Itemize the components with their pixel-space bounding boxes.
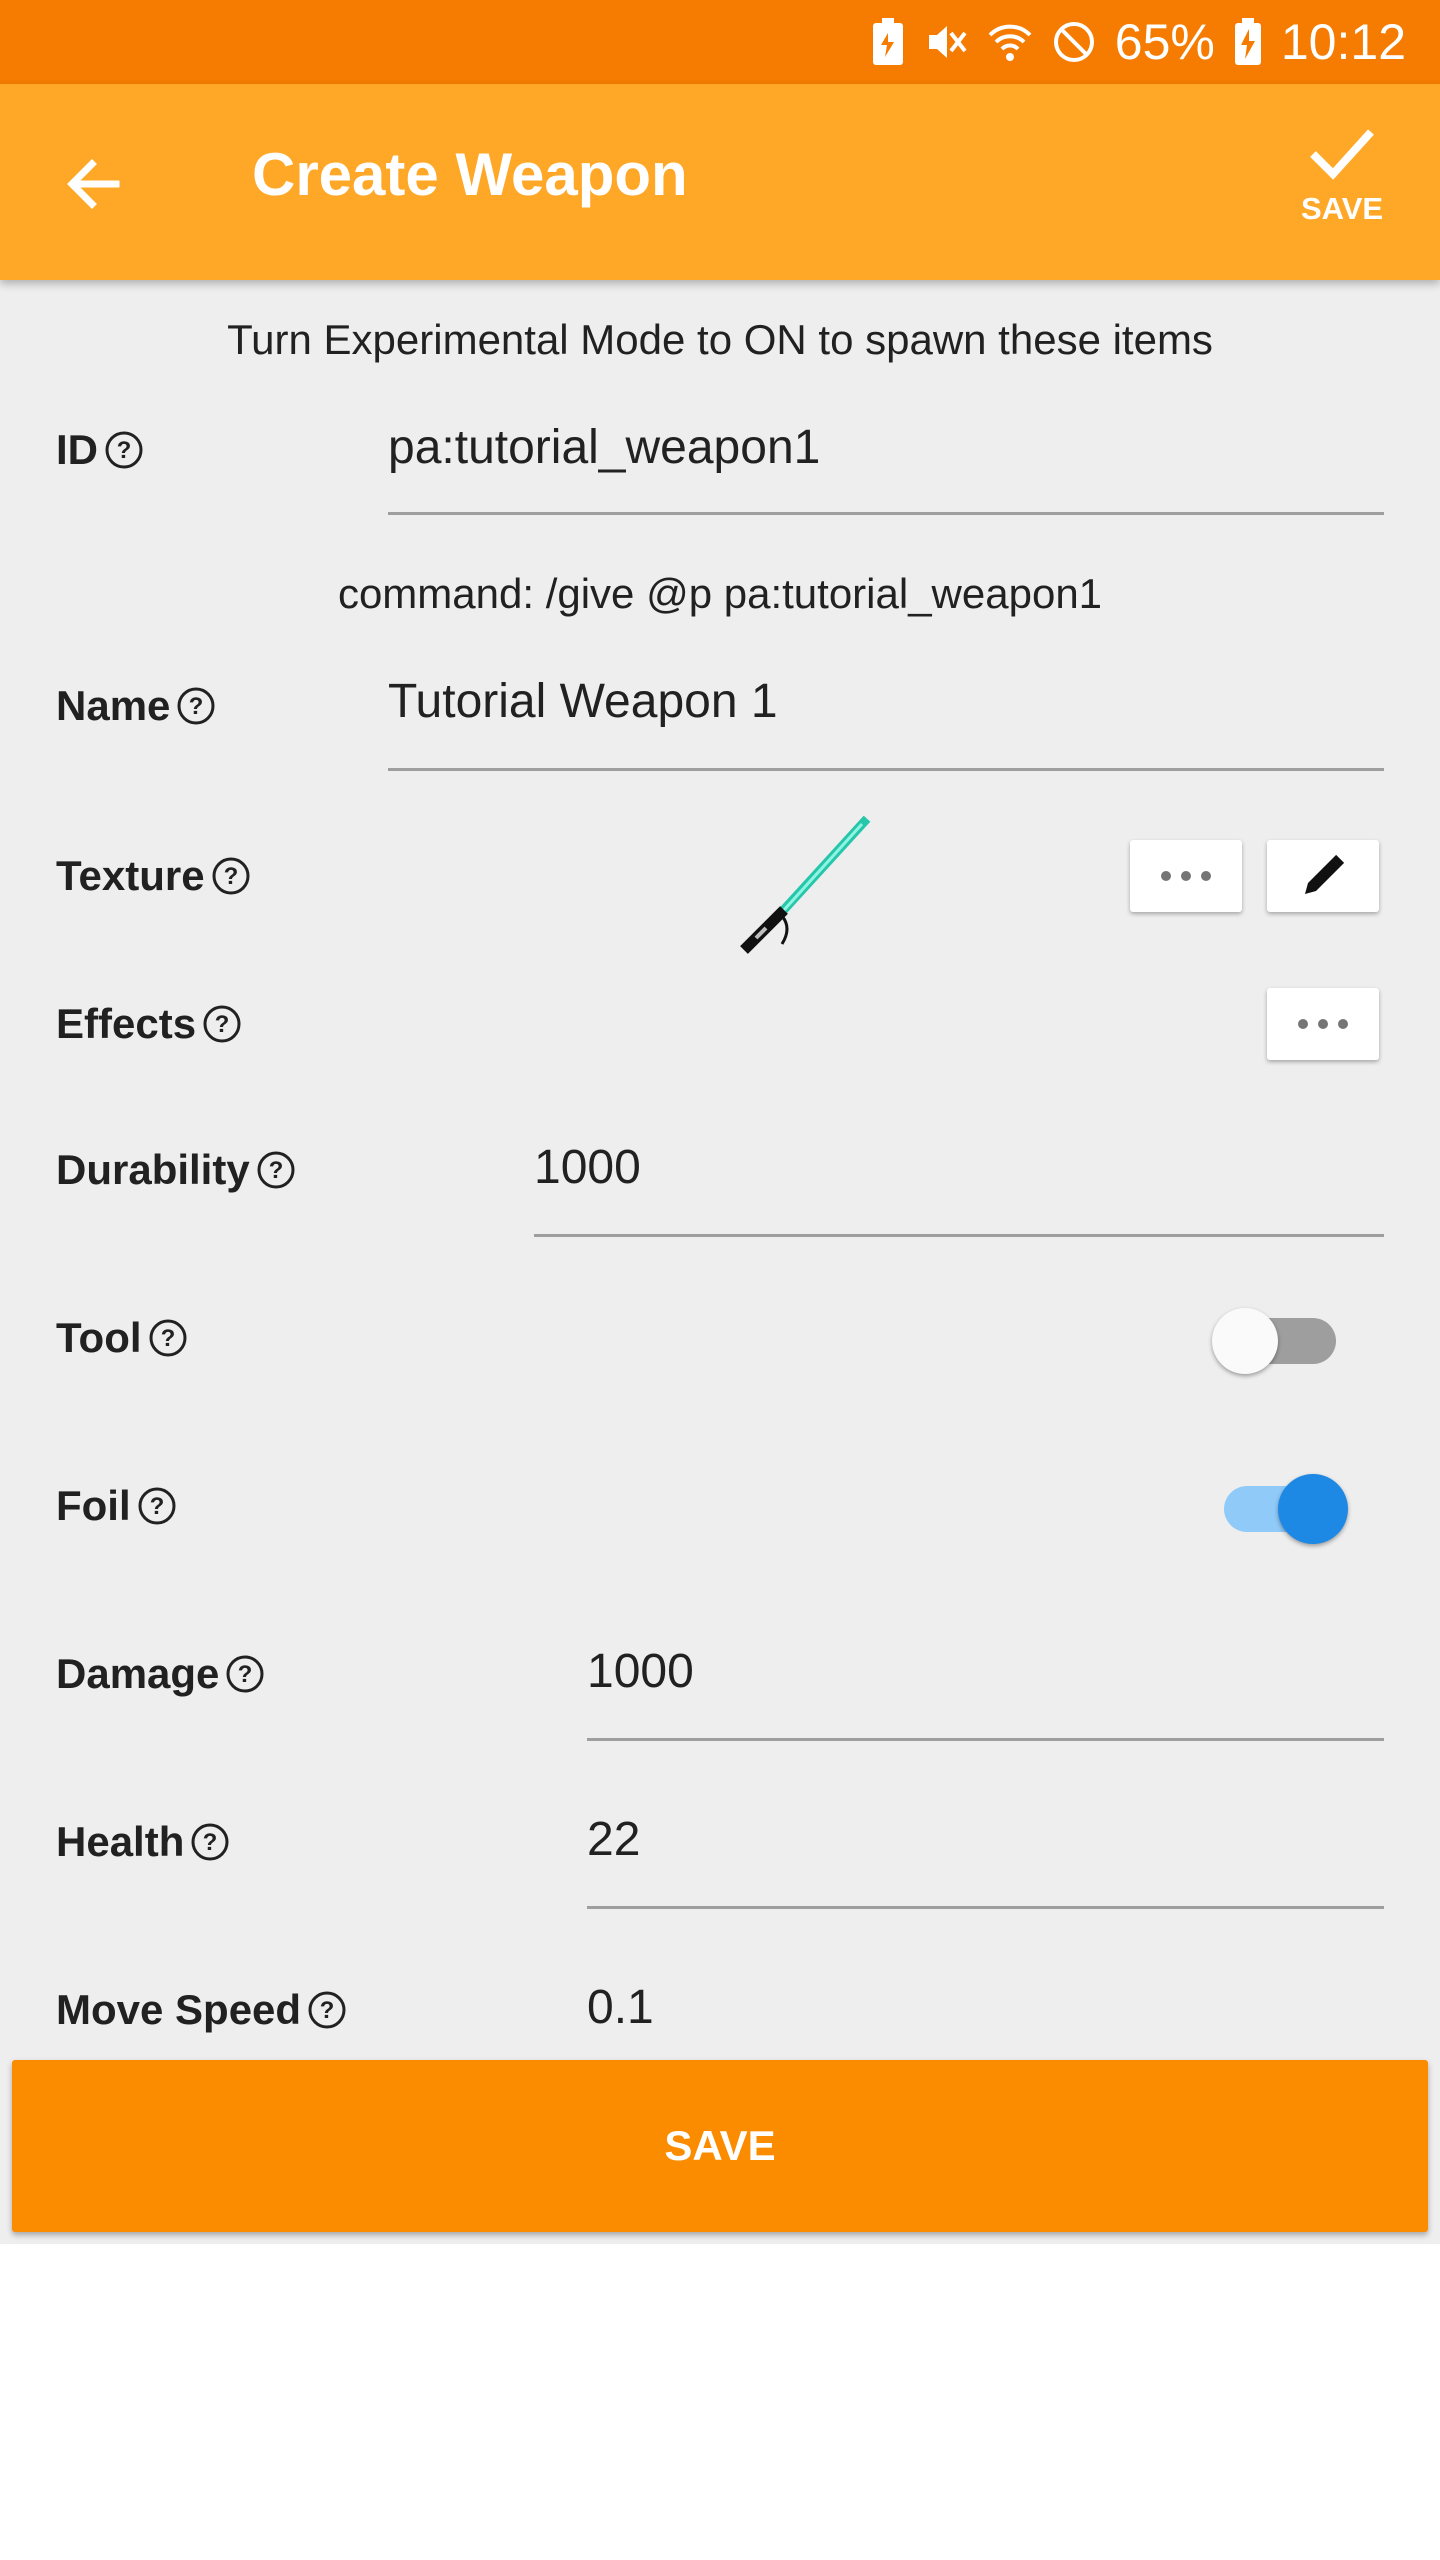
svg-text:?: ? (117, 437, 132, 464)
effects-browse-button[interactable] (1267, 988, 1379, 1060)
arrow-back-icon (67, 159, 120, 209)
save-action-label: SAVE (1300, 191, 1384, 226)
name-input[interactable]: Tutorial Weapon 1 (388, 654, 1384, 771)
save-button[interactable]: SAVE (12, 2060, 1428, 2232)
id-label: ID (56, 426, 98, 473)
do-not-disturb-icon (1051, 19, 1097, 65)
svg-text:?: ? (320, 1997, 335, 2024)
help-icon[interactable]: ? (176, 686, 216, 726)
toggle-thumb (1212, 1308, 1278, 1374)
id-value: pa:tutorial_weapon1 (388, 421, 821, 474)
health-label-row: Health ? (56, 1818, 230, 1866)
texture-label-row: Texture ? (56, 852, 251, 900)
help-icon[interactable]: ? (137, 1486, 177, 1526)
back-button[interactable] (56, 146, 132, 222)
help-icon[interactable]: ? (307, 1990, 347, 2030)
battery-percent: 65% (1114, 14, 1215, 70)
tool-label-row: Tool ? (56, 1314, 188, 1362)
help-icon[interactable]: ? (225, 1654, 265, 1694)
effects-label-row: Effects ? (56, 1000, 242, 1048)
durability-label: Durability (56, 1146, 250, 1193)
help-icon[interactable]: ? (202, 1004, 242, 1044)
more-horiz-icon (1161, 871, 1211, 881)
more-horiz-icon (1298, 1019, 1348, 1029)
experimental-notice: Turn Experimental Mode to ON to spawn th… (227, 316, 1213, 363)
help-icon[interactable]: ? (256, 1150, 296, 1190)
mute-icon (923, 19, 969, 65)
battery-charging-icon (1233, 17, 1263, 67)
help-icon[interactable]: ? (148, 1318, 188, 1358)
svg-text:?: ? (268, 1157, 283, 1184)
name-label: Name (56, 682, 171, 729)
damage-label: Damage (56, 1650, 220, 1697)
form-container: Turn Experimental Mode to ON to spawn th… (0, 280, 1440, 2244)
wifi-icon (987, 19, 1033, 65)
page-title: Create Weapon (252, 141, 688, 208)
durability-input[interactable]: 1000 (534, 1120, 1384, 1237)
texture-browse-button[interactable] (1130, 840, 1242, 912)
health-label: Health (56, 1818, 185, 1865)
clock: 10:12 (1280, 14, 1406, 70)
foil-toggle[interactable] (1216, 1470, 1352, 1546)
svg-text:?: ? (223, 863, 238, 890)
foil-label: Foil (56, 1482, 131, 1529)
status-bar: 65% 10:12 (0, 0, 1440, 84)
give-command-text: command: /give @p pa:tutorial_weapon1 (337, 570, 1103, 617)
help-icon[interactable]: ? (104, 430, 144, 470)
durability-label-row: Durability ? (56, 1146, 296, 1194)
svg-text:?: ? (160, 1325, 175, 1352)
id-label-row: ID ? (56, 426, 144, 474)
move-speed-label-row: Move Speed ? (56, 1986, 347, 2034)
health-value: 22 (587, 1813, 641, 1866)
save-button-label: SAVE (664, 2122, 776, 2169)
check-icon (1310, 129, 1374, 180)
id-input[interactable]: pa:tutorial_weapon1 (388, 400, 1384, 515)
svg-text:?: ? (238, 1661, 253, 1688)
name-label-row: Name ? (56, 682, 216, 730)
app-bar: Create Weapon SAVE (0, 84, 1440, 280)
foil-label-row: Foil ? (56, 1482, 177, 1530)
move-speed-value: 0.1 (587, 1981, 654, 2034)
help-icon[interactable]: ? (211, 856, 251, 896)
pencil-icon (1305, 854, 1345, 894)
svg-text:?: ? (203, 1829, 218, 1856)
damage-label-row: Damage ? (56, 1650, 265, 1698)
effects-label: Effects (56, 1000, 197, 1047)
svg-text:?: ? (215, 1011, 230, 1038)
battery-saver-icon (871, 17, 905, 67)
texture-edit-button[interactable] (1267, 840, 1379, 912)
name-value: Tutorial Weapon 1 (388, 675, 778, 728)
save-action-button[interactable]: SAVE (1282, 124, 1402, 227)
svg-text:?: ? (149, 1493, 164, 1520)
help-icon[interactable]: ? (190, 1822, 230, 1862)
move-speed-label: Move Speed (56, 1986, 302, 2033)
texture-preview-image (740, 816, 871, 954)
tool-label: Tool (56, 1314, 142, 1361)
tool-toggle[interactable] (1208, 1304, 1344, 1376)
health-input[interactable]: 22 (587, 1792, 1384, 1909)
damage-input[interactable]: 1000 (587, 1624, 1384, 1741)
durability-value: 1000 (534, 1141, 641, 1194)
damage-value: 1000 (587, 1645, 694, 1698)
toggle-thumb (1278, 1474, 1348, 1544)
texture-label: Texture (56, 852, 205, 899)
svg-text:?: ? (189, 693, 204, 720)
